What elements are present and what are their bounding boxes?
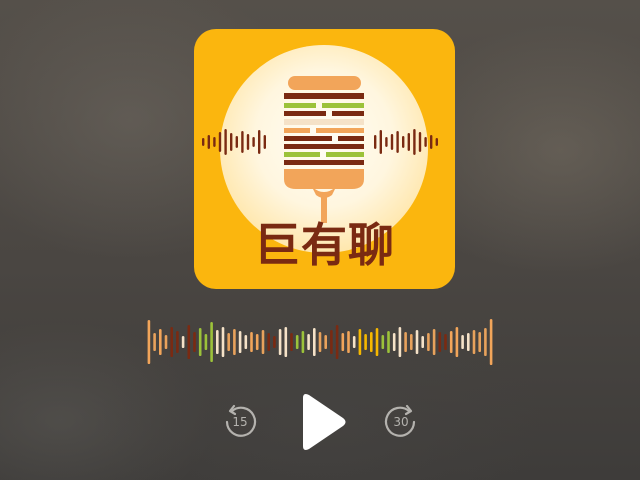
waveform-bar bbox=[198, 328, 202, 356]
waveform-bar bbox=[176, 331, 179, 353]
waveform-bar bbox=[164, 335, 168, 349]
waveform-bar bbox=[455, 327, 459, 357]
waveform-bar bbox=[375, 328, 379, 356]
waveform-bar bbox=[313, 328, 316, 356]
waveform-bar bbox=[432, 329, 436, 355]
player-controls: 15 30 bbox=[0, 390, 640, 454]
waveform-bar bbox=[358, 329, 362, 355]
waveform-bar bbox=[461, 335, 464, 349]
waveform-bar bbox=[489, 319, 493, 365]
waveform-bar bbox=[324, 335, 327, 349]
waveform-bar bbox=[398, 327, 402, 357]
play-icon bbox=[303, 394, 346, 450]
waveform-bar bbox=[238, 331, 242, 353]
waveform-bar bbox=[193, 332, 196, 352]
waveform-bar bbox=[233, 329, 236, 355]
waveform-bar bbox=[472, 330, 476, 354]
waveform-bar bbox=[415, 330, 419, 354]
waveform-bar bbox=[307, 334, 310, 350]
waveform-bar bbox=[444, 334, 447, 350]
waveform-bar bbox=[290, 333, 293, 351]
waveform-bar bbox=[261, 330, 265, 354]
waveform-bar bbox=[467, 333, 470, 351]
skip-forward-label: 30 bbox=[393, 415, 409, 429]
waveform-bar bbox=[392, 333, 396, 351]
waveform-bar bbox=[478, 332, 481, 352]
waveform-bar bbox=[221, 327, 225, 357]
waveform-bar bbox=[330, 330, 333, 354]
waveform-bar bbox=[484, 328, 487, 356]
waveform-bar bbox=[284, 327, 288, 357]
waveform-bar bbox=[181, 336, 185, 348]
waveform-bar bbox=[438, 332, 442, 352]
waveform-bar bbox=[153, 333, 156, 351]
waveform-bar bbox=[250, 332, 253, 352]
skip-back-button[interactable]: 15 bbox=[222, 404, 258, 440]
skip-back-label: 15 bbox=[232, 415, 248, 429]
waveform-bar bbox=[170, 327, 173, 357]
waveform-bar bbox=[273, 336, 276, 348]
waveform-bar bbox=[449, 331, 453, 353]
waveform-bar bbox=[159, 329, 162, 355]
waveform-bar bbox=[301, 331, 305, 353]
play-button[interactable] bbox=[293, 390, 349, 454]
waveform-bar bbox=[204, 334, 208, 350]
waveform-bar bbox=[318, 332, 322, 352]
waveform-bar bbox=[404, 332, 407, 352]
audio-waveform-icon bbox=[146, 318, 494, 366]
waveform-bar bbox=[341, 333, 345, 351]
waveform-bar bbox=[335, 325, 339, 359]
waveform-bar bbox=[410, 334, 413, 350]
waveform-bar bbox=[387, 331, 390, 353]
waveform-bar bbox=[381, 335, 385, 349]
waveform-bar bbox=[295, 335, 299, 349]
waveform-bar bbox=[267, 333, 270, 351]
waveform-bar bbox=[352, 336, 356, 348]
waveform-bar bbox=[364, 334, 367, 350]
waveform-bar bbox=[210, 322, 213, 362]
waveform-bar bbox=[278, 329, 282, 355]
waveform-bar bbox=[255, 334, 259, 350]
waveform-bar bbox=[427, 333, 430, 351]
waveform-bar bbox=[347, 331, 350, 353]
waveform-bar bbox=[187, 325, 191, 359]
waveform-bar bbox=[227, 333, 230, 351]
waveform-bar bbox=[370, 332, 373, 352]
waveform-bar bbox=[216, 330, 219, 354]
waveform-bar bbox=[244, 335, 248, 349]
waveform-bar bbox=[421, 336, 424, 348]
podcast-artwork: 巨有聊 bbox=[194, 29, 455, 289]
waveform-bar bbox=[147, 320, 151, 364]
podcast-logo-text: 巨有聊 bbox=[254, 218, 395, 272]
skip-forward-button[interactable]: 30 bbox=[383, 404, 419, 440]
